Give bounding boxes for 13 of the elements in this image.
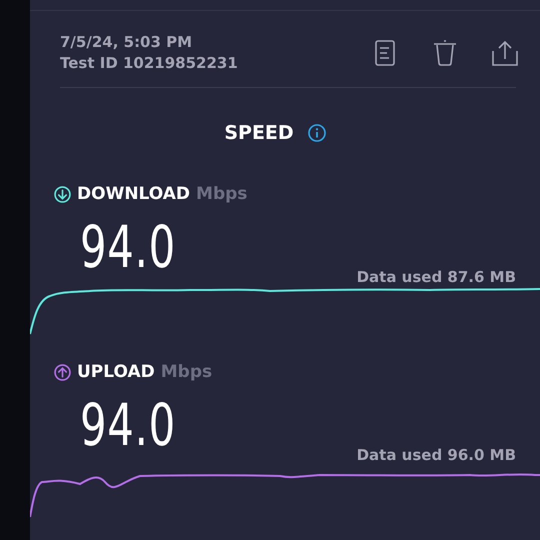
share-icon[interactable] bbox=[490, 38, 520, 68]
data-used: Data used 96.0 MB bbox=[356, 446, 516, 464]
test-id: Test ID 10219852231 bbox=[60, 54, 238, 73]
section-label: DOWNLOAD bbox=[77, 184, 190, 204]
section-label: UPLOAD bbox=[77, 362, 155, 382]
speed-value: 94.0 bbox=[80, 218, 176, 276]
unit-label: Mbps bbox=[160, 362, 212, 382]
speed-title: SPEED bbox=[224, 122, 294, 144]
data-used: Data used 87.6 MB bbox=[356, 268, 516, 286]
unit-label: Mbps bbox=[196, 184, 248, 204]
speed-value: 94.0 bbox=[80, 396, 176, 454]
info-icon[interactable] bbox=[308, 124, 326, 142]
test-date: 7/5/24, 5:03 PM bbox=[60, 33, 194, 52]
